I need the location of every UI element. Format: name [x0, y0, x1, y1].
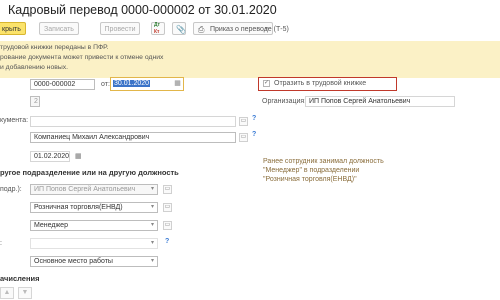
open-icon[interactable]: ▭	[239, 133, 248, 142]
chevron-down-icon[interactable]: ▾	[148, 185, 157, 194]
previous-position-line: Ранее сотрудник занимал должность	[263, 158, 384, 165]
transfer-section-title: ругое подразделение или на другую должно…	[0, 168, 179, 177]
paperclip-icon: 📎	[176, 25, 186, 34]
notice-line: трудовой книжки переданы в ПФР.	[0, 44, 109, 51]
save-button[interactable]: Записать	[39, 22, 79, 35]
organization-label: Организация:	[262, 98, 307, 105]
work-type-field[interactable]: Основное место работы ▾	[30, 256, 158, 267]
department-field[interactable]: Розничная торговля(ЕНВД) ▾	[30, 202, 158, 213]
help-icon[interactable]: ?	[252, 115, 256, 122]
notice-panel: трудовой книжки переданы в ПФР. рование …	[0, 41, 500, 78]
transfer-order-button[interactable]: ⎙ Приказ о переводе (Т-5) ▼	[193, 22, 289, 35]
previous-position-line: "Розничная торговля(ЕНВД)"	[263, 176, 357, 183]
reflect-checkbox[interactable]: ✓	[263, 80, 270, 87]
post-button[interactable]: Провести	[100, 22, 140, 35]
document-number-field[interactable]: 0000-000002	[30, 79, 95, 90]
help-icon[interactable]: ?	[252, 131, 256, 138]
field-label: :	[0, 240, 2, 247]
close-button[interactable]: крыть	[0, 22, 26, 35]
arrow-down-icon: ▼	[21, 289, 29, 296]
document-field[interactable]	[30, 116, 236, 127]
move-up-button[interactable]: ▲	[0, 287, 14, 299]
dt-kt-button[interactable]: Дт Кт	[151, 22, 165, 35]
chevron-down-icon: ▼	[264, 26, 269, 32]
calendar-icon[interactable]: ▦	[173, 79, 182, 88]
reflect-checkbox-label: Отразить в трудовой книжке	[274, 80, 367, 87]
transfer-organization-value: ИП Попов Сергей Анатольевич	[34, 186, 136, 193]
notice-line: и добавлению новых.	[0, 64, 69, 71]
organization-field[interactable]: ИП Попов Сергей Анатольевич	[305, 96, 455, 107]
document-label: кумента:	[0, 117, 29, 124]
department-value: Розничная торговля(ЕНВД)	[34, 204, 123, 211]
employee-field[interactable]: Компаниец Михаил Александрович	[30, 132, 236, 143]
previous-position-line: "Менеджер" в подразделении	[263, 167, 360, 174]
chevron-down-icon[interactable]: ▾	[148, 257, 157, 266]
work-field[interactable]: ▾	[30, 238, 158, 249]
work-type-value: Основное место работы	[34, 258, 113, 265]
printer-icon: ⎙	[198, 25, 205, 34]
reflect-checkbox-row[interactable]: ✓ Отразить в трудовой книжке	[258, 77, 397, 91]
date-label: от:	[101, 81, 110, 88]
transfer-date-field[interactable]: 01.02.2020	[30, 151, 70, 162]
open-icon[interactable]: ▭	[163, 203, 172, 212]
move-down-button[interactable]: ▼	[18, 287, 32, 299]
arrow-up-icon: ▲	[3, 289, 11, 296]
accruals-section-title: ачисления	[0, 274, 40, 283]
help-icon[interactable]: ?	[165, 238, 169, 245]
transfer-org-label: подр.):	[0, 186, 22, 193]
transfer-order-label: Приказ о переводе (Т-5)	[210, 26, 289, 33]
document-date-field[interactable]: 30.01.2020 ▦	[110, 77, 184, 91]
chevron-down-icon[interactable]: ▾	[148, 239, 157, 248]
open-icon[interactable]: ▭	[163, 185, 172, 194]
calendar-icon[interactable]: ▦	[75, 152, 82, 160]
transfer-organization-field[interactable]: ИП Попов Сергей Анатольевич ▾	[30, 184, 158, 195]
open-icon[interactable]: ▭	[239, 117, 248, 126]
attach-button[interactable]: 📎	[172, 22, 186, 35]
chevron-down-icon[interactable]: ▾	[148, 221, 157, 230]
open-icon[interactable]: ▭	[163, 221, 172, 230]
notice-line: рование документа может привести к отмен…	[0, 54, 164, 61]
page-title: Кадровый перевод 0000-000002 от 30.01.20…	[8, 3, 277, 17]
sequence-field[interactable]: 2	[30, 96, 40, 107]
document-date-value: 30.01.2020	[113, 80, 151, 87]
position-field[interactable]: Менеджер ▾	[30, 220, 158, 231]
dt-kt-icon: Дт Кт	[154, 22, 161, 35]
position-value: Менеджер	[34, 222, 68, 229]
chevron-down-icon[interactable]: ▾	[148, 203, 157, 212]
